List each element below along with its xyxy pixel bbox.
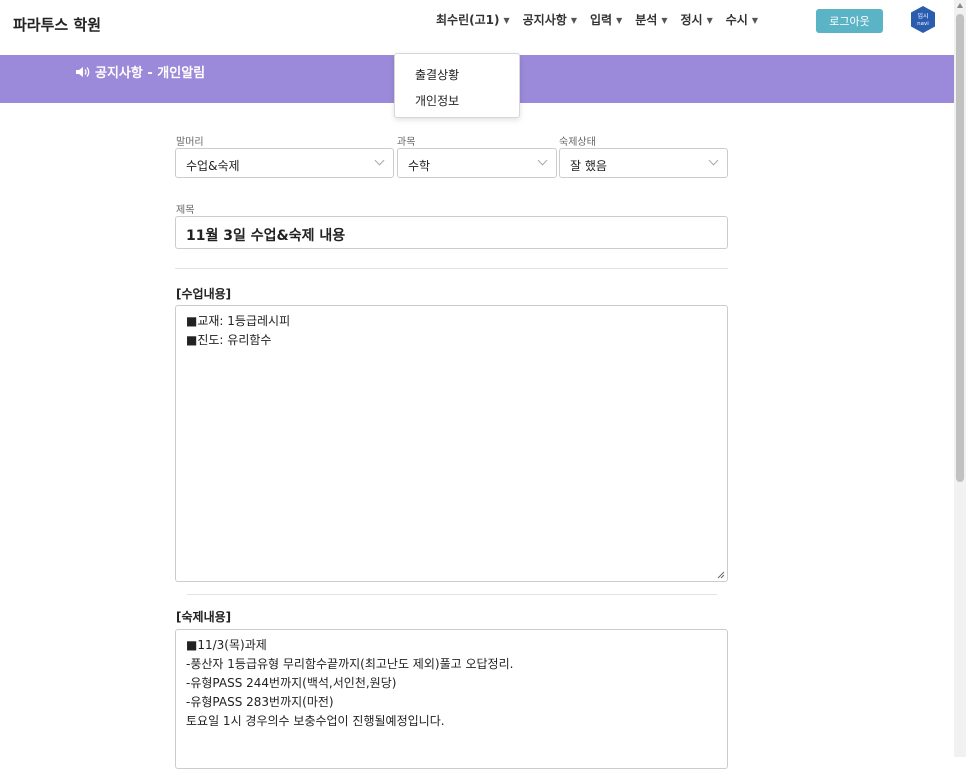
dropdown-item-attendance[interactable]: 출결상황 — [415, 66, 459, 83]
scrollbar-thumb[interactable] — [956, 14, 964, 482]
caret-down-icon: ▼ — [661, 16, 668, 25]
caret-down-icon: ▼ — [706, 16, 713, 25]
homework-status-select[interactable]: 잘 했음 — [559, 148, 728, 178]
homework-content-line: ■11/3(목)과제 — [186, 638, 267, 652]
homework-content-heading: [숙제내용] — [176, 610, 232, 624]
nav-item-notice[interactable]: 공지사항 ▼ — [523, 11, 577, 28]
homework-content-line: -풍산자 1등급유형 무리함수끝까지(최고난도 제외)풀고 오답정리. — [186, 657, 514, 671]
logout-button[interactable]: 로그아웃 — [816, 9, 883, 33]
nav-menu: 최수린(고1) ▼ 공지사항 ▼ 입력 ▼ 분석 ▼ 정시 ▼ 수시 ▼ — [436, 11, 771, 28]
homework-content-line: 토요일 1시 경우의수 보충수업이 진행될예정입니다. — [186, 714, 445, 728]
class-content-line: ■교재: 1등급레시피 — [186, 314, 291, 328]
nav-item-early[interactable]: 수시 ▼ — [726, 11, 758, 28]
logo-text-top: 입시 — [917, 12, 928, 20]
homework-status-label: 숙제상태 — [559, 137, 596, 148]
notice-dropdown-menu: 출결상황 개인정보 — [394, 53, 520, 118]
nav-item-student[interactable]: 최수린(고1) ▼ — [436, 11, 510, 28]
header-select-value: 수업&숙제 — [186, 159, 240, 173]
homework-content-textarea[interactable]: ■11/3(목)과제 -풍산자 1등급유형 무리함수끝까지(최고난도 제외)풀고… — [175, 629, 728, 769]
vertical-scrollbar[interactable] — [954, 0, 966, 757]
caret-down-icon: ▼ — [616, 16, 623, 25]
title-input[interactable]: 11월 3일 수업&숙제 내용 — [175, 216, 728, 249]
header-select[interactable]: 수업&숙제 — [175, 148, 394, 178]
nav-item-analysis[interactable]: 분석 ▼ — [635, 11, 667, 28]
homework-status-value: 잘 했음 — [570, 159, 607, 173]
caret-down-icon: ▼ — [503, 16, 510, 25]
divider — [175, 268, 728, 269]
class-content-line: ■진도: 유리함수 — [186, 333, 272, 347]
brand-name[interactable]: 파라투스 학원 — [13, 14, 101, 35]
logo-text-bottom: navi — [917, 21, 929, 27]
caret-down-icon: ▼ — [570, 16, 577, 25]
resize-handle-icon[interactable] — [717, 571, 725, 579]
nav-item-label: 정시 — [680, 13, 703, 27]
nav-item-label: 수시 — [725, 13, 748, 27]
header-label: 말머리 — [176, 137, 204, 148]
chevron-down-icon — [708, 155, 719, 166]
nav-item-input[interactable]: 입력 ▼ — [590, 11, 622, 28]
page-title: 공지사항 - 개인알림 — [76, 62, 205, 81]
top-navbar: 파라투스 학원 최수린(고1) ▼ 공지사항 ▼ 입력 ▼ 분석 ▼ 정시 ▼ 수시 ▼ 로… — [0, 0, 954, 55]
subject-label: 과목 — [397, 137, 416, 148]
nav-item-label: 최수린(고1) — [436, 13, 500, 27]
divider — [187, 594, 717, 595]
speaker-icon — [76, 67, 90, 77]
dropdown-item-personal-info[interactable]: 개인정보 — [415, 92, 459, 109]
scroll-up-arrow-icon[interactable] — [957, 3, 963, 8]
class-content-textarea[interactable]: ■교재: 1등급레시피 ■진도: 유리함수 — [175, 305, 728, 582]
caret-down-icon: ▼ — [751, 16, 758, 25]
homework-content-line: -유형PASS 283번까지(마전) — [186, 695, 334, 709]
nav-item-regular[interactable]: 정시 ▼ — [680, 11, 712, 28]
chevron-down-icon — [374, 155, 385, 166]
ipsi-navi-logo-icon[interactable]: 입시 navi — [911, 6, 935, 33]
nav-item-label: 입력 — [589, 13, 613, 27]
page-title-text: 공지사항 - 개인알림 — [95, 66, 206, 81]
subject-select-value: 수학 — [408, 159, 431, 173]
chevron-down-icon — [537, 155, 548, 166]
nav-item-label: 공지사항 — [522, 13, 567, 27]
subject-select[interactable]: 수학 — [397, 148, 557, 178]
homework-content-line: -유형PASS 244번까지(백석,서인천,원당) — [186, 676, 397, 690]
title-label: 제목 — [176, 205, 195, 216]
nav-item-label: 분석 — [635, 13, 658, 27]
class-content-heading: [수업내용] — [176, 287, 232, 301]
